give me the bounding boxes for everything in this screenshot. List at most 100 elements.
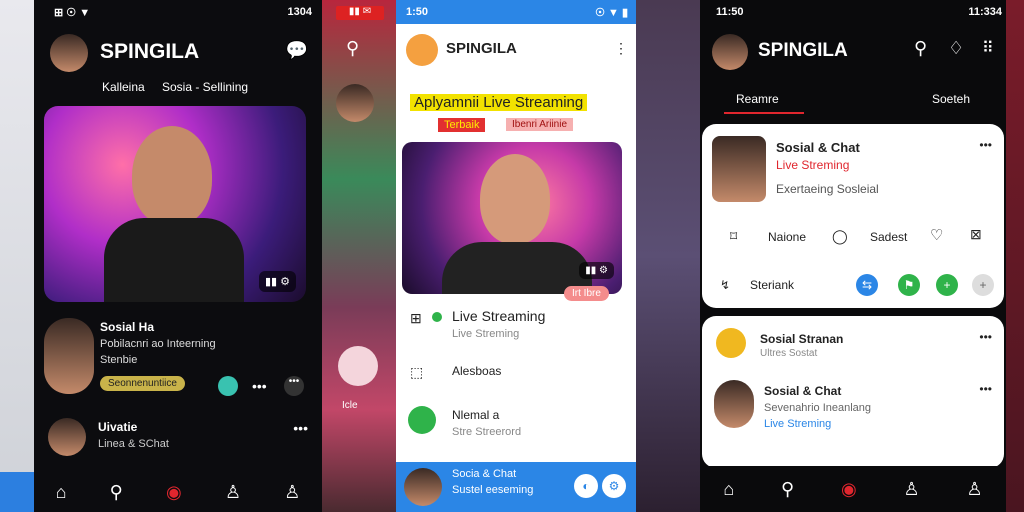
status-icons: ☉ ▼ ▮ — [595, 7, 628, 19]
list-sub-nlemal: Stre Streerord — [452, 426, 522, 438]
search-icon[interactable]: ⚲ — [110, 482, 123, 503]
people-icon[interactable]: ♙ — [904, 479, 920, 500]
now-playing-bar[interactable]: Socia & Chat Sustel eeseming ◐ ⚙ — [396, 462, 636, 512]
tab-reamre[interactable]: Reamre — [736, 92, 779, 106]
card-more-icon[interactable]: ••• — [979, 138, 992, 152]
list-icon-1 — [716, 328, 746, 358]
more-menu-icon[interactable]: ••• — [284, 376, 304, 396]
search-icon[interactable]: ⚲ — [914, 38, 927, 59]
card-title: Sosial & Chat — [776, 140, 860, 155]
online-dot — [432, 312, 442, 322]
feed-name: Sosial Ha — [100, 320, 155, 334]
list-title-2[interactable]: Sosial & Chat — [764, 384, 841, 398]
list-card: Sosial Stranan Ultres Sostat ••• Sosial … — [702, 316, 1004, 468]
comment-icon[interactable]: ◯ — [832, 228, 848, 245]
card-action-1[interactable]: Naione — [768, 230, 806, 244]
screen-middle: 1:50 ☉ ▼ ▮ SPINGILA ⋮ Aplyamnii Live Str… — [396, 0, 636, 512]
plus-icon[interactable]: + — [972, 274, 994, 296]
more-icon-2[interactable]: ••• — [293, 420, 308, 436]
list-sub-live: Live Streming — [452, 328, 520, 340]
list-title-nlemal[interactable]: Nlemal a — [452, 408, 499, 422]
tab-sosia[interactable]: Sosia - Sellining — [162, 80, 248, 94]
settings-icon[interactable]: ⚙ — [602, 474, 626, 498]
list-title-1[interactable]: Sosial Stranan — [760, 332, 843, 346]
share-icon[interactable]: ⊠ — [970, 226, 982, 243]
video-controls[interactable]: ▮▮ ⚙ — [258, 271, 296, 292]
bookmark-icon[interactable]: ⌑ — [730, 228, 737, 245]
screen-right: 11:50 11:334 SPINGILA ⚲ ♢ ⠿ Reamre Soete… — [700, 0, 1006, 512]
list-sub-1: Ultres Sostat — [760, 348, 818, 359]
status-strip: ▮▮ ✉ — [336, 6, 384, 20]
live-icon[interactable]: ◉ — [166, 482, 182, 503]
live-video[interactable]: ▮▮ ⚙ — [44, 106, 306, 302]
feed-avatar-2[interactable] — [48, 418, 86, 456]
feed-avatar[interactable] — [44, 318, 94, 394]
search-icon[interactable]: ⚲ — [781, 479, 794, 500]
list-title-live[interactable]: Live Streaming — [452, 308, 545, 324]
status-right: 11:334 — [968, 6, 1002, 18]
streamer-body — [104, 218, 244, 302]
profile-icon[interactable]: ♙ — [284, 482, 300, 503]
now-playing-avatar — [404, 468, 442, 506]
reaction-button[interactable] — [338, 346, 378, 386]
side-label: Icle — [342, 400, 358, 411]
video-controls[interactable]: ▮▮ ⚙ — [579, 262, 614, 279]
home-icon[interactable]: ⌂ — [56, 482, 67, 503]
live-icon[interactable]: ◉ — [841, 479, 857, 500]
bell-icon[interactable]: ♢ — [948, 38, 964, 59]
list-extra-2: Live Streming — [764, 418, 832, 430]
screen-left: ⊞ ☉ ▼ 1304 SPINGILA 💬 Kalleina Sosia - S… — [34, 0, 322, 512]
feed-tag[interactable]: Seonnenuntiice — [100, 376, 185, 391]
home-icon[interactable]: ⌂ — [723, 479, 734, 500]
status-time: 1304 — [287, 6, 312, 18]
badge-secondary: Ibenri Ariinie — [506, 118, 574, 131]
now-playing-sub: Sustel eeseming — [452, 484, 534, 496]
card-chip[interactable]: Steriank — [750, 278, 794, 292]
chat-icon[interactable]: 💬 — [286, 40, 308, 61]
action-blue-icon[interactable]: ⇆ — [856, 274, 878, 296]
app-title: SPINGILA — [100, 40, 200, 63]
card-avatar — [712, 136, 766, 202]
tab-soeteh[interactable]: Soeteh — [932, 92, 970, 106]
link-icon[interactable]: ↯ — [720, 278, 730, 292]
like-icon[interactable]: ◐ — [574, 474, 598, 498]
add-icon[interactable]: + — [936, 274, 958, 296]
avatar[interactable] — [336, 84, 374, 122]
profile-icon[interactable]: ♙ — [966, 479, 982, 500]
list-more-icon-1[interactable]: ••• — [979, 330, 992, 344]
bag-icon: ⬚ — [410, 364, 424, 380]
list-more-icon-2[interactable]: ••• — [979, 382, 992, 396]
share-icon[interactable] — [218, 376, 238, 396]
card-sub: Live Streming — [776, 158, 850, 172]
grid-icon[interactable]: ⠿ — [982, 38, 994, 58]
status-bar: 1:50 ☉ ▼ ▮ — [396, 0, 636, 24]
card-line: Exertaeing Sosleial — [776, 182, 879, 196]
more-icon[interactable]: ⋮ — [614, 40, 628, 57]
active-tab-indicator — [724, 112, 804, 114]
feed-line2: Stenbie — [100, 354, 138, 366]
profile-avatar[interactable] — [50, 34, 88, 72]
profile-avatar[interactable] — [712, 34, 748, 70]
search-icon[interactable]: ⚲ — [346, 38, 359, 59]
hero-chip[interactable]: Irt Ibre — [564, 286, 609, 301]
profile-avatar[interactable] — [406, 34, 438, 66]
list-sub-2: Sevenahrio Ineanlang — [764, 402, 872, 414]
feed-name-2: Uivatie — [98, 420, 138, 434]
live-video[interactable]: ▮▮ ⚙ — [402, 142, 622, 294]
status-time: 1:50 — [406, 6, 429, 18]
heart-icon[interactable]: ♡ — [930, 226, 943, 244]
now-playing-title: Socia & Chat — [452, 468, 517, 480]
headline: Aplyamnii Live Streaming — [410, 94, 588, 111]
feature-card[interactable]: Sosial & Chat Live Streming Exertaeing S… — [702, 124, 1004, 308]
live-icon: ⊞ — [410, 310, 422, 326]
people-icon[interactable]: ♙ — [225, 482, 241, 503]
more-icon[interactable]: ••• — [252, 378, 267, 394]
app-title: SPINGILA — [758, 40, 848, 61]
list-avatar-2 — [714, 380, 754, 428]
list-title-alesboas[interactable]: Alesboas — [452, 364, 501, 378]
background-far-right — [1006, 0, 1024, 512]
background-middle: ▮▮ ✉ ⚲ Icle — [322, 0, 396, 512]
card-action-2[interactable]: Sadest — [870, 230, 907, 244]
flag-icon[interactable]: ⚑ — [898, 274, 920, 296]
tab-kalleina[interactable]: Kalleina — [102, 80, 145, 94]
